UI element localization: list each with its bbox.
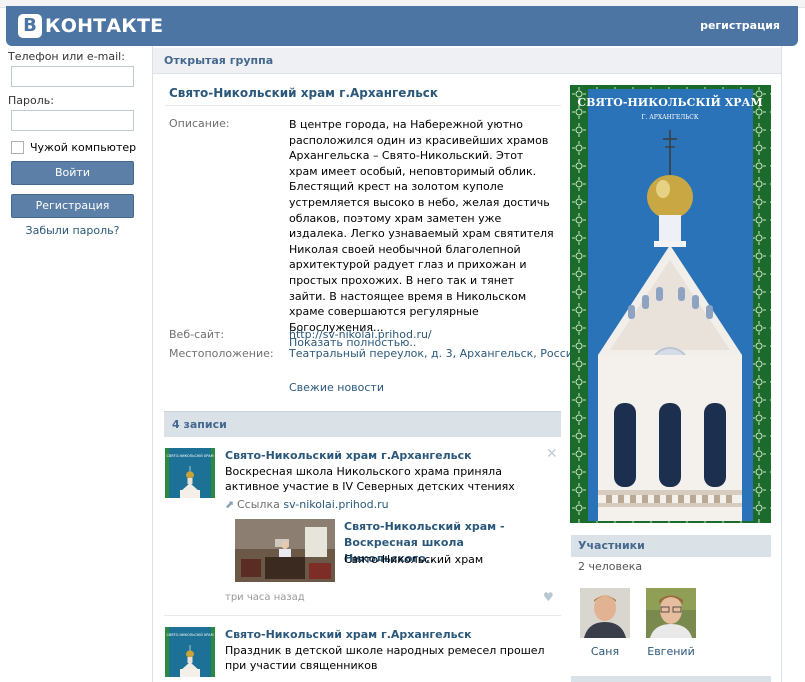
- thumb-caption: СВЯТО-НИКОЛЬСКІЙ ХРАМ: [166, 453, 213, 458]
- post-text-2: Праздник в детской школе народных ремесе…: [225, 644, 545, 672]
- attachment-source: Свято-Никольский храм: [344, 553, 484, 566]
- description-text: В центре города, на Набережной уютно рас…: [289, 118, 554, 334]
- church-thumb-icon: СВЯТО-НИКОЛЬСКІЙ ХРАМ: [165, 627, 215, 677]
- classroom-photo: [235, 519, 335, 582]
- post-ref-link[interactable]: sv-nikolai.prihod.ru: [283, 498, 388, 511]
- description-label: Описание:: [169, 117, 230, 130]
- member-avatar[interactable]: [580, 588, 630, 638]
- member-avatar-2[interactable]: [646, 588, 696, 638]
- member-photo-icon: [580, 588, 630, 638]
- foreign-computer-checkbox[interactable]: [11, 140, 24, 154]
- link-prefix: Ссылка: [237, 498, 280, 511]
- login-button[interactable]: Войти: [11, 161, 134, 185]
- post-link-row: ⬈ Ссылка sv-nikolai.prihod.ru: [225, 498, 389, 511]
- register-button[interactable]: Регистрация: [11, 194, 134, 218]
- post-time[interactable]: три часа назад: [225, 592, 305, 603]
- like-heart-icon[interactable]: ♥: [543, 590, 554, 604]
- login-label: Телефон или e-mail:: [8, 50, 125, 63]
- group-photo[interactable]: СВЯТО-НИКОЛЬСКІЙ ХРАМ Г. АРХАНГЕЛЬСК: [570, 85, 771, 523]
- members-header[interactable]: Участники: [571, 535, 771, 557]
- attachment-image[interactable]: [235, 519, 335, 582]
- foreign-computer-row[interactable]: Чужой компьютер: [11, 139, 140, 155]
- logo-badge: В: [18, 14, 42, 38]
- thumb-caption-2: СВЯТО-НИКОЛЬСКІЙ ХРАМ: [166, 632, 213, 637]
- poster-subtitle: Г. АРХАНГЕЛЬСК: [641, 114, 698, 121]
- foreign-computer-label: Чужой компьютер: [30, 140, 137, 154]
- post-divider: [164, 615, 561, 616]
- login-panel: Телефон или e-mail: Пароль: Чужой компью…: [8, 50, 140, 237]
- post-author-avatar[interactable]: СВЯТО-НИКОЛЬСКІЙ ХРАМ: [165, 448, 215, 498]
- church-thumb-icon: СВЯТО-НИКОЛЬСКІЙ ХРАМ: [165, 448, 215, 498]
- page-type-header: Открытая группа: [153, 48, 781, 74]
- member-name[interactable]: Саня: [575, 645, 635, 658]
- link-arrow-icon: ⬈: [225, 498, 235, 511]
- post-text: Воскресная школа Никольского храма приня…: [225, 465, 515, 493]
- location-link[interactable]: Театральный переулок, д. 3, Архангельск,…: [289, 347, 580, 360]
- member-photo-icon: [646, 588, 696, 638]
- website-label: Веб-сайт:: [169, 328, 225, 341]
- close-icon[interactable]: ✕: [546, 446, 558, 462]
- fresh-news-link[interactable]: Свежие новости: [289, 381, 384, 394]
- password-label: Пароль:: [8, 94, 54, 107]
- forgot-password-link[interactable]: Забыли пароль?: [11, 224, 134, 237]
- post-author-name[interactable]: Свято-Никольский храм г.Архангельск: [225, 449, 472, 462]
- member-name-2[interactable]: Евгений: [641, 645, 701, 658]
- location-label: Местоположение:: [169, 347, 274, 360]
- column-divider-right: [781, 46, 782, 682]
- members-footer-bar: [571, 676, 771, 682]
- logo-text: КОНТАКТЕ: [45, 15, 164, 37]
- post-author-avatar-2[interactable]: СВЯТО-НИКОЛЬСКІЙ ХРАМ: [165, 627, 215, 677]
- site-header: В КОНТАКТЕ регистрация: [6, 6, 798, 46]
- header-register-link[interactable]: регистрация: [700, 19, 780, 32]
- login-input[interactable]: [11, 66, 134, 87]
- members-count: 2 человека: [578, 560, 643, 573]
- group-title: Свято-Никольский храм г.Архангельск: [169, 86, 439, 100]
- website-link[interactable]: http://sv-nikolai.prihod.ru/: [289, 328, 432, 341]
- wall-header[interactable]: 4 записи: [164, 411, 561, 437]
- poster-title: СВЯТО-НИКОЛЬСКІЙ ХРАМ: [577, 94, 762, 109]
- column-divider-left: [152, 46, 153, 682]
- password-input[interactable]: [11, 110, 134, 131]
- title-divider: [165, 105, 561, 106]
- church-poster: СВЯТО-НИКОЛЬСКІЙ ХРАМ Г. АРХАНГЕЛЬСК: [570, 85, 771, 523]
- group-description: В центре города, на Набережной уютно рас…: [289, 117, 554, 351]
- vk-logo[interactable]: В КОНТАКТЕ: [18, 14, 163, 38]
- post-author-name-2[interactable]: Свято-Никольский храм г.Архангельск: [225, 628, 472, 641]
